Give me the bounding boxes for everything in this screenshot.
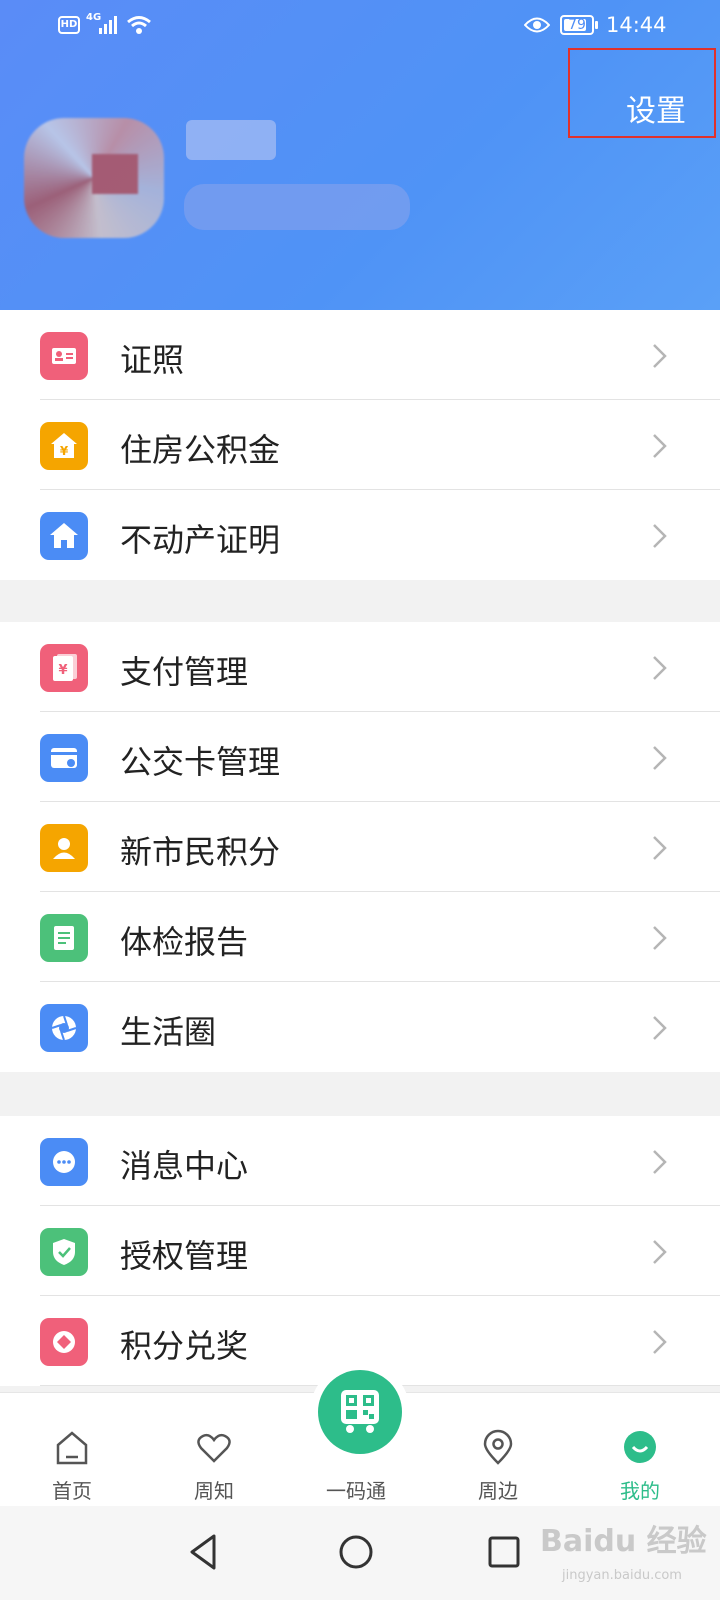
- menu-group-account: 消息中心 授权管理 积分兑奖: [0, 1116, 720, 1386]
- shield-check-icon: [40, 1228, 88, 1276]
- menu-item-authorization[interactable]: 授权管理: [0, 1206, 720, 1296]
- reward-icon: [40, 1318, 88, 1366]
- hd-badge: HD: [58, 16, 80, 34]
- menu-item-label: 新市民积分: [120, 833, 281, 871]
- person-badge-icon: [40, 824, 88, 872]
- settings-button[interactable]: 设置: [568, 48, 716, 138]
- profile-header: HD 4G 79 14:44: [0, 0, 720, 310]
- eye-comfort-icon: [524, 17, 550, 33]
- chevron-right-icon: [653, 434, 667, 458]
- tab-label: 我的: [620, 1479, 660, 1503]
- menu-item-label: 授权管理: [120, 1237, 249, 1275]
- signal-icon: [99, 16, 117, 34]
- heart-icon: [197, 1433, 231, 1463]
- menu-item-property-proof[interactable]: 不动产证明: [0, 490, 720, 580]
- house-icon: [40, 512, 88, 560]
- watermark-url: jingyan.baidu.com: [562, 1568, 682, 1583]
- recents-square-icon[interactable]: [486, 1532, 522, 1572]
- back-icon[interactable]: [186, 1532, 220, 1572]
- tab-label: 一码通: [326, 1479, 386, 1503]
- menu-item-bus-card[interactable]: 公交卡管理: [0, 712, 720, 802]
- housing-fund-icon: ¥: [40, 422, 88, 470]
- message-icon: [40, 1138, 88, 1186]
- user-name: [186, 120, 276, 160]
- home-circle-icon[interactable]: [336, 1532, 376, 1572]
- chevron-right-icon: [653, 1150, 667, 1174]
- menu-item-label: 体检报告: [120, 923, 249, 961]
- qr-bus-button[interactable]: [318, 1370, 402, 1454]
- chevron-right-icon: [653, 1330, 667, 1354]
- menu-item-medical-report[interactable]: 体检报告: [0, 892, 720, 982]
- bus-card-icon: [40, 734, 88, 782]
- settings-label: 设置: [626, 94, 686, 129]
- menu-item-certificates[interactable]: 证照: [0, 310, 720, 400]
- svg-text:¥: ¥: [58, 663, 67, 678]
- tab-label: 首页: [52, 1479, 92, 1503]
- battery-indicator: 79: [560, 15, 594, 35]
- chevron-right-icon: [653, 344, 667, 368]
- payment-icon: ¥: [40, 644, 88, 692]
- avatar[interactable]: [24, 118, 164, 238]
- menu-item-label: 支付管理: [120, 653, 249, 691]
- svg-text:¥: ¥: [60, 444, 69, 458]
- chevron-right-icon: [653, 1240, 667, 1264]
- tab-label: 周知: [194, 1479, 234, 1503]
- chevron-right-icon: [653, 926, 667, 950]
- tab-notices[interactable]: 周知: [154, 1393, 274, 1507]
- menu-item-citizen-points[interactable]: 新市民积分: [0, 802, 720, 892]
- menu-group-documents: 证照 ¥ 住房公积金 不动产证明: [0, 310, 720, 580]
- menu-item-label: 生活圈: [120, 1013, 217, 1051]
- menu-item-label: 不动产证明: [120, 521, 281, 559]
- location-pin-icon: [483, 1429, 513, 1465]
- qr-bus-icon: [341, 1390, 379, 1433]
- clock: 14:44: [606, 13, 667, 37]
- status-bar: HD 4G 79 14:44: [0, 0, 720, 52]
- menu-item-housing-fund[interactable]: ¥ 住房公积金: [0, 400, 720, 490]
- chevron-right-icon: [653, 746, 667, 770]
- battery-tip: [595, 21, 598, 29]
- chevron-right-icon: [653, 836, 667, 860]
- menu-item-life-circle[interactable]: 生活圈: [0, 982, 720, 1072]
- menu-item-label: 公交卡管理: [120, 743, 281, 781]
- wifi-icon: [127, 16, 151, 34]
- menu-item-label: 积分兑奖: [120, 1327, 249, 1365]
- profile-smile-icon: [624, 1431, 656, 1463]
- home-icon: [56, 1431, 88, 1465]
- tab-mine[interactable]: 我的: [580, 1393, 700, 1507]
- chevron-right-icon: [653, 1016, 667, 1040]
- tab-home[interactable]: 首页: [12, 1393, 132, 1507]
- chevron-right-icon: [653, 524, 667, 548]
- tab-nearby[interactable]: 周边: [438, 1393, 558, 1507]
- menu-item-message-center[interactable]: 消息中心: [0, 1116, 720, 1206]
- watermark-logo: Baidu 经验: [540, 1524, 707, 1559]
- menu-item-label: 证照: [120, 341, 185, 379]
- chevron-right-icon: [653, 656, 667, 680]
- menu-item-label: 消息中心: [120, 1147, 249, 1185]
- menu-item-label: 住房公积金: [120, 431, 281, 469]
- report-icon: [40, 914, 88, 962]
- aperture-icon: [40, 1004, 88, 1052]
- user-phone: [184, 184, 410, 230]
- id-card-icon: [40, 332, 88, 380]
- tab-label: 周边: [478, 1479, 518, 1503]
- menu-item-payment[interactable]: ¥ 支付管理: [0, 622, 720, 712]
- menu-group-services: ¥ 支付管理 公交卡管理 新市民积分 体检报告 生活圈: [0, 622, 720, 1072]
